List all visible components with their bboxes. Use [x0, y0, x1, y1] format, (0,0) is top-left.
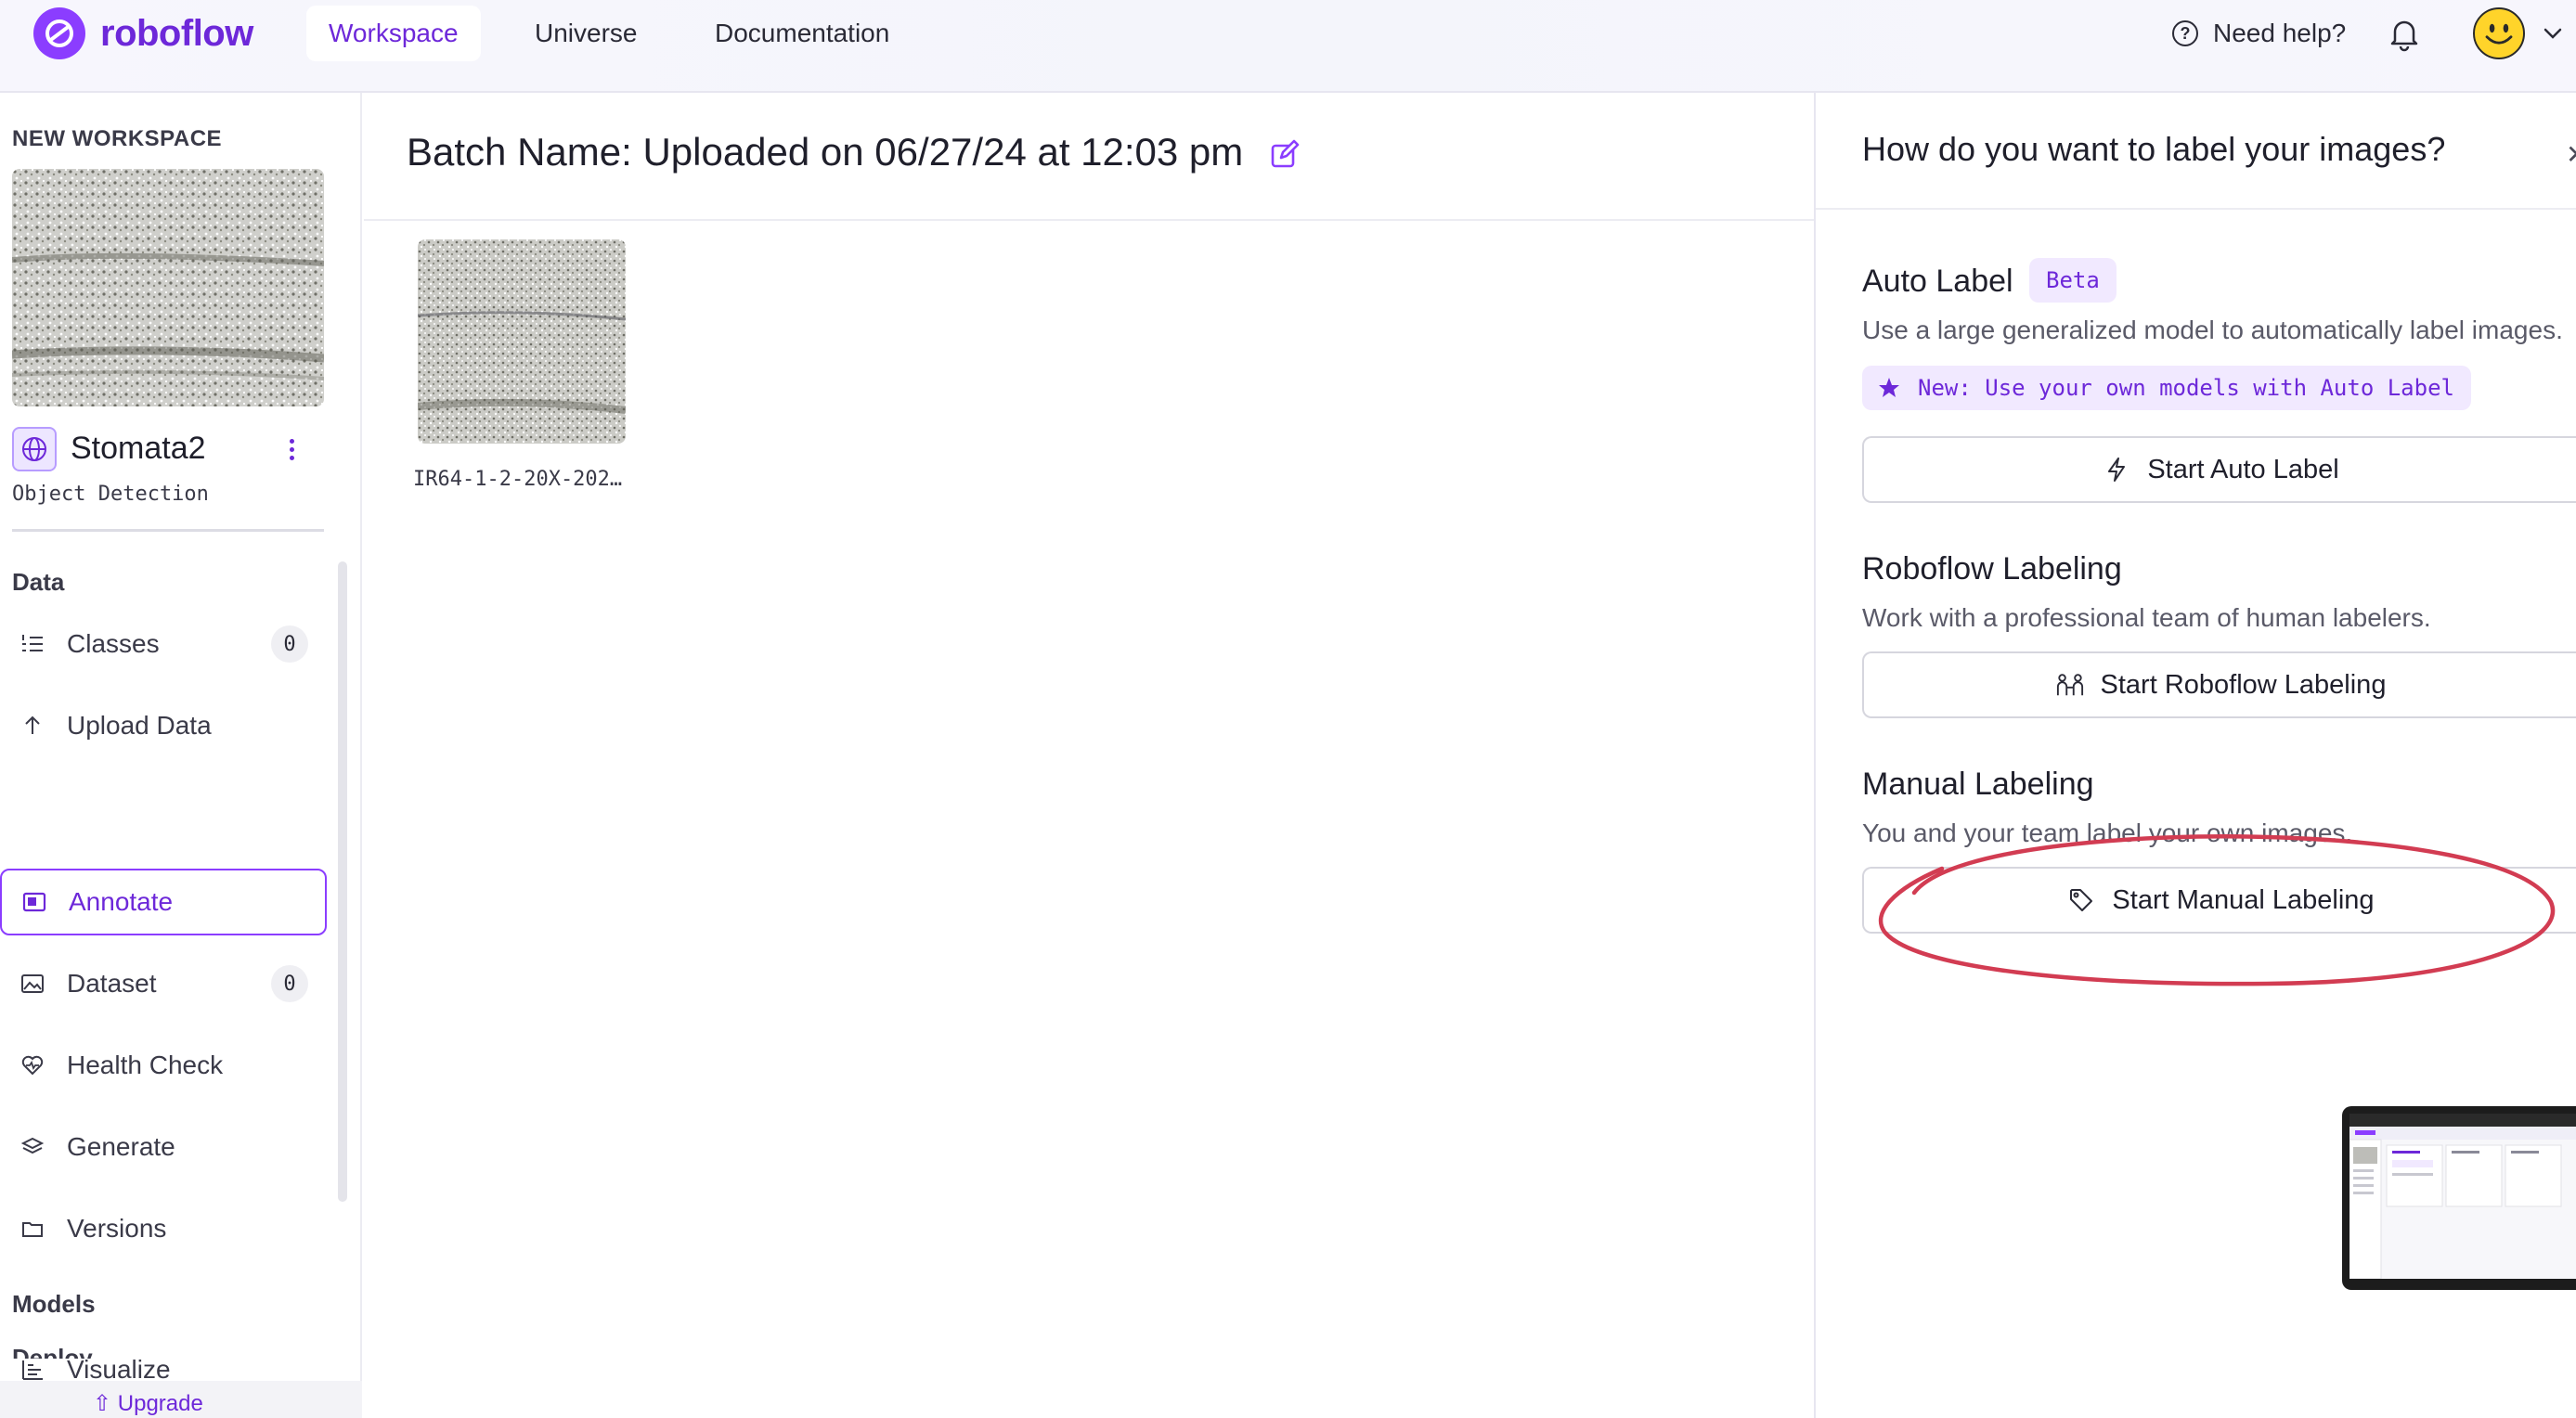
sidebar-item-health-check[interactable]: Health Check	[0, 1032, 327, 1099]
panel-divider	[1816, 208, 2576, 210]
panel-title: How do you want to label your images?	[1862, 130, 2446, 168]
project-type: Object Detection	[12, 483, 209, 506]
image-thumbnail[interactable]	[418, 239, 626, 444]
star-icon	[1879, 378, 1899, 397]
annotate-icon	[20, 888, 48, 916]
roboflow-logo-icon	[33, 7, 85, 59]
top-navigation: roboflow Workspace Universe Documentatio…	[0, 0, 2576, 93]
image-filename: IR64-1-2-20X-202…	[413, 468, 623, 491]
classes-count-badge: 0	[271, 625, 308, 663]
sidebar-scrollbar[interactable]	[338, 561, 347, 1202]
sidebar-item-generate[interactable]: Generate	[0, 1114, 327, 1180]
sidebar-divider	[12, 529, 324, 532]
edit-icon[interactable]	[1268, 137, 1301, 171]
sidebar-item-label: Generate	[67, 1132, 175, 1161]
sidebar: NEW WORKSPACE Stomata2 Object Detection …	[0, 93, 362, 1418]
section-models: Models	[12, 1290, 96, 1318]
start-auto-label-button[interactable]: Start Auto Label	[1862, 436, 2576, 503]
promo-label: New: Use your own models with Auto Label	[1918, 375, 2454, 401]
roboflow-labeling-description: Work with a professional team of human l…	[1862, 603, 2431, 632]
sidebar-item-versions[interactable]: Versions	[0, 1195, 327, 1262]
sidebar-item-classes[interactable]: Classes 0	[0, 611, 327, 677]
sidebar-item-annotate[interactable]: Annotate	[0, 869, 327, 935]
sidebar-item-label: Versions	[67, 1214, 167, 1243]
manual-labeling-title: Manual Labeling	[1862, 767, 2094, 802]
lightning-icon	[2103, 456, 2130, 483]
batch-header: Batch Name: Uploaded on 06/27/24 at 12:0…	[364, 93, 1814, 221]
sidebar-item-label: Dataset	[67, 969, 157, 998]
need-help-button[interactable]: ? Need help?	[2172, 11, 2346, 56]
button-label: Start Roboflow Labeling	[2100, 669, 2387, 700]
section-data: Data	[12, 568, 65, 596]
globe-icon	[12, 427, 57, 471]
tab-workspace[interactable]: Workspace	[306, 6, 481, 61]
roboflow-labeling-title: Roboflow Labeling	[1862, 551, 2122, 587]
need-help-label: Need help?	[2213, 19, 2347, 47]
more-vertical-icon[interactable]	[282, 432, 301, 466]
roboflow-logo[interactable]: roboflow	[33, 7, 253, 59]
button-label: Start Auto Label	[2147, 454, 2339, 484]
dataset-count-badge: 0	[271, 965, 308, 1002]
folders-icon	[19, 1215, 46, 1243]
auto-label-promo[interactable]: New: Use your own models with Auto Label	[1862, 366, 2471, 410]
tab-universe[interactable]: Universe	[512, 6, 659, 61]
video-preview-screen	[2349, 1114, 2576, 1279]
chevron-down-icon[interactable]	[2540, 20, 2566, 46]
bar-chart-icon	[19, 1356, 46, 1384]
image-icon	[19, 970, 46, 998]
team-icon	[2056, 671, 2084, 699]
sidebar-item-label: Health Check	[67, 1051, 224, 1079]
start-roboflow-labeling-button[interactable]: Start Roboflow Labeling	[1862, 651, 2576, 718]
close-icon[interactable]: ✕	[2566, 139, 2576, 170]
auto-label-description: Use a large generalized model to automat…	[1862, 316, 2563, 344]
bell-icon[interactable]	[2386, 15, 2423, 52]
sidebar-item-label: Upload Data	[67, 711, 212, 740]
sidebar-item-dataset[interactable]: Dataset 0	[0, 950, 327, 1017]
batch-title: Batch Name: Uploaded on 06/27/24 at 12:0…	[407, 130, 1244, 174]
list-numbered-icon	[19, 630, 46, 658]
brand-name: roboflow	[100, 12, 253, 54]
upgrade-label: Upgrade	[117, 1391, 203, 1416]
workspace-label: NEW WORKSPACE	[12, 126, 223, 151]
upgrade-link[interactable]: ⇧ Upgrade	[93, 1390, 203, 1417]
arrow-up-icon	[19, 712, 46, 740]
annotation-ellipse	[1878, 834, 2556, 986]
section-deploy: Deploy	[12, 1344, 93, 1359]
project-name: Stomata2	[71, 431, 206, 466]
upgrade-arrow-icon: ⇧	[93, 1391, 118, 1416]
layers-icon	[19, 1133, 46, 1161]
heart-pulse-icon	[19, 1051, 46, 1079]
sidebar-item-label: Classes	[67, 629, 160, 658]
auto-label-title: Auto Label	[1862, 264, 2013, 299]
video-preview[interactable]	[2342, 1106, 2576, 1290]
sidebar-item-label: Annotate	[69, 887, 174, 916]
sidebar-item-upload-data[interactable]: Upload Data	[0, 692, 327, 759]
tab-documentation[interactable]: Documentation	[693, 6, 912, 61]
smiley-face-icon[interactable]	[2473, 7, 2525, 59]
question-circle-icon: ?	[2172, 20, 2198, 46]
project-thumbnail[interactable]	[12, 169, 324, 406]
upgrade-bar: ⇧ Upgrade	[0, 1381, 362, 1418]
beta-badge: Beta	[2029, 258, 2116, 303]
